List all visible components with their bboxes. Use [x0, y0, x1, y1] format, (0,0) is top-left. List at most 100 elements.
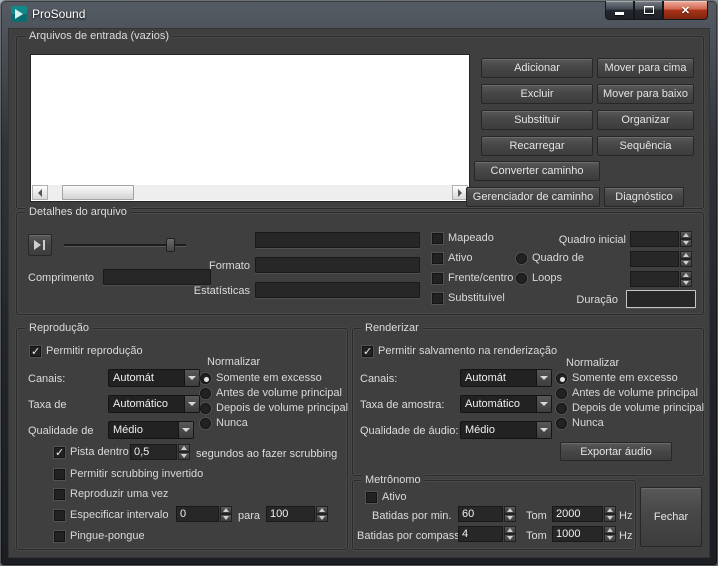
playback-channels-dropdown[interactable]: Automát [108, 369, 200, 387]
spinner-down-icon[interactable] [504, 534, 516, 542]
interval-from-spinner[interactable]: 0 [176, 506, 232, 522]
horizontal-scrollbar[interactable] [32, 185, 468, 200]
spinner-down-icon[interactable] [680, 239, 692, 247]
spinner-down-icon[interactable] [680, 259, 692, 267]
input-files-list[interactable] [30, 54, 470, 202]
spinner-down-icon[interactable] [604, 534, 616, 542]
add-button[interactable]: Adicionar [481, 58, 593, 78]
spinner-down-icon[interactable] [316, 514, 328, 522]
metronome-active-checkbox[interactable]: Ativo [366, 491, 406, 503]
playback-normalize-option-never[interactable]: Nunca [200, 417, 248, 429]
playback-normalize-option-before[interactable]: Antes de volume principal [200, 387, 342, 399]
organize-button[interactable]: Organizar [597, 110, 694, 130]
invert-scrub-checkbox[interactable]: Permitir scrubbing invertido [54, 468, 203, 480]
spinner-up-icon[interactable] [504, 506, 516, 514]
spinner-up-icon[interactable] [504, 526, 516, 534]
play-button[interactable] [28, 234, 52, 256]
start-frame-spinner[interactable] [630, 231, 692, 247]
chevron-down-icon [536, 396, 551, 412]
convert-path-button[interactable]: Converter caminho [474, 161, 600, 181]
close-window-button[interactable] [663, 1, 708, 20]
spinner-up-icon[interactable] [680, 231, 692, 239]
spinner-value [630, 251, 679, 267]
spinner-value: 60 [458, 506, 503, 522]
checkbox-box [54, 488, 65, 500]
bpm-spinner[interactable]: 60 [458, 506, 516, 522]
playback-normalize-option-overflow[interactable]: Somente em excesso [200, 372, 322, 384]
playback-rate-dropdown[interactable]: Automático [108, 395, 200, 413]
loops-radio[interactable]: Loops [516, 272, 562, 284]
format-field[interactable] [255, 257, 420, 273]
scroll-track[interactable] [48, 185, 452, 200]
tone-spinner-1[interactable]: 2000 [552, 506, 616, 522]
slider-handle[interactable] [166, 238, 175, 252]
ping-pong-checkbox[interactable]: Pingue-pongue [54, 530, 145, 542]
render-quality-dropdown[interactable]: Médio [460, 421, 552, 439]
interval-to-spinner[interactable]: 100 [266, 506, 328, 522]
mapped-checkbox[interactable]: Mapeado [432, 232, 494, 244]
play-once-label: Reproduzir uma vez [70, 488, 169, 500]
loops-spinner[interactable] [630, 271, 692, 287]
render-normalize-option-never[interactable]: Nunca [556, 417, 604, 429]
replaceable-checkbox[interactable]: Substituível [432, 292, 505, 304]
move-down-button[interactable]: Mover para baixo [597, 84, 694, 104]
render-normalize-option-before[interactable]: Antes de volume principal [556, 387, 698, 399]
active-checkbox[interactable]: Ativo [432, 252, 472, 264]
spinner-down-icon[interactable] [604, 514, 616, 522]
spinner-up-icon[interactable] [604, 506, 616, 514]
frame-of-spinner[interactable] [630, 251, 692, 267]
render-channels-dropdown[interactable]: Automát [460, 369, 552, 387]
scroll-thumb[interactable] [62, 185, 134, 200]
playback-quality-dropdown[interactable]: Médio [108, 421, 194, 439]
render-normalize-option-after[interactable]: Depois de volume principal [556, 402, 704, 414]
render-normalize-option-overflow[interactable]: Somente em excesso [556, 372, 678, 384]
scrub-seconds-spinner[interactable]: 0,5 [130, 444, 190, 460]
maximize-button[interactable] [634, 1, 663, 20]
frame-of-radio[interactable]: Quadro de [516, 252, 584, 264]
playback-normalize-option-after[interactable]: Depois de volume principal [200, 402, 348, 414]
reload-button[interactable]: Recarregar [481, 136, 593, 156]
statistics-field[interactable] [255, 282, 420, 298]
spinner-buttons [680, 271, 692, 287]
allow-render-save-checkbox[interactable]: Permitir salvamento na renderização [362, 345, 557, 358]
play-once-checkbox[interactable]: Reproduzir uma vez [54, 488, 168, 500]
render-rate-dropdown[interactable]: Automático [460, 395, 552, 413]
spinner-up-icon[interactable] [604, 526, 616, 534]
spinner-up-icon[interactable] [680, 271, 692, 279]
spinner-down-icon[interactable] [178, 452, 190, 460]
front-center-checkbox[interactable]: Frente/centro [432, 272, 513, 284]
allow-playback-checkbox[interactable]: Permitir reprodução [30, 345, 143, 358]
spinner-up-icon[interactable] [178, 444, 190, 452]
spinner-down-icon[interactable] [680, 279, 692, 287]
spinner-up-icon[interactable] [220, 506, 232, 514]
tone-spinner-2[interactable]: 1000 [552, 526, 616, 542]
beats-spinner[interactable]: 4 [458, 526, 516, 542]
diagnostics-button[interactable]: Diagnóstico [604, 187, 684, 207]
spinner-buttons [316, 506, 328, 522]
titlebar[interactable]: ProSound [0, 0, 718, 28]
scrub-checkbox[interactable]: Pista dentro [54, 446, 129, 459]
checkbox-box [432, 252, 443, 264]
scroll-left-icon[interactable] [32, 185, 48, 200]
spinner-up-icon[interactable] [680, 251, 692, 259]
spinner-down-icon[interactable] [220, 514, 232, 522]
checkbox-box [30, 345, 41, 358]
duration-field[interactable] [626, 290, 696, 308]
sequence-button[interactable]: Sequência [597, 136, 694, 156]
replace-button[interactable]: Substituir [481, 110, 593, 130]
info-field[interactable] [255, 232, 420, 248]
delete-button[interactable]: Excluir [481, 84, 593, 104]
spinner-down-icon[interactable] [504, 514, 516, 522]
playback-channels-label: Canais: [28, 373, 66, 385]
playback-position-slider[interactable] [64, 238, 186, 252]
export-audio-button[interactable]: Exportar áudio [560, 442, 672, 461]
chevron-down-icon [536, 370, 551, 386]
close-dialog-button[interactable]: Fechar [640, 487, 702, 547]
spinner-up-icon[interactable] [316, 506, 328, 514]
render-rate-label: Taxa de amostra: [360, 399, 445, 411]
move-up-button[interactable]: Mover para cima [597, 58, 694, 78]
path-manager-button[interactable]: Gerenciador de caminho [466, 187, 600, 207]
minimize-button[interactable] [605, 1, 634, 20]
radio-label: Antes de volume principal [216, 387, 342, 399]
interval-checkbox[interactable]: Especificar intervalo [54, 509, 168, 521]
